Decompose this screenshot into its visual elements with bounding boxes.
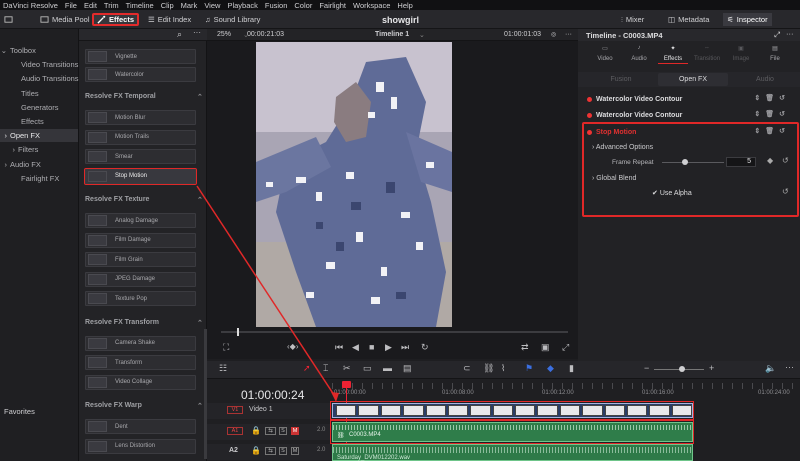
annotation-arrow	[196, 185, 339, 402]
